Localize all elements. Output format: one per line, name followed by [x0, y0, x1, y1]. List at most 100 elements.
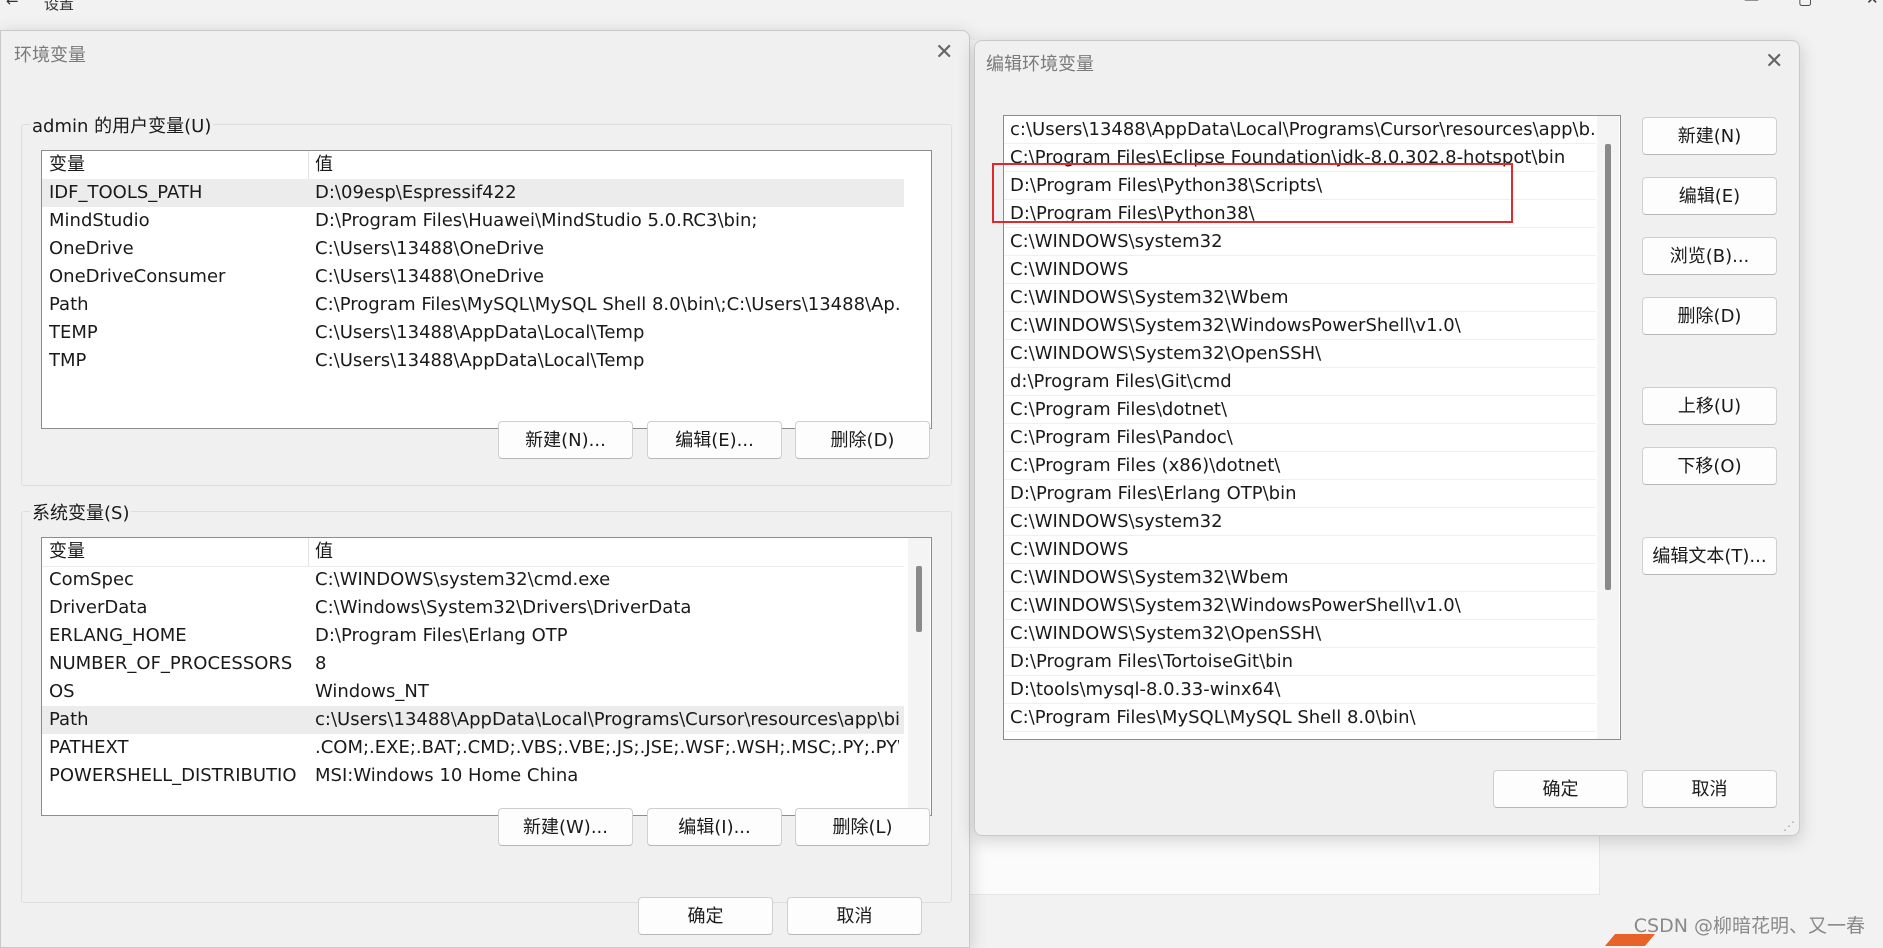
- variable-name: IDF_TOOLS_PATH: [49, 182, 203, 203]
- user-new-button[interactable]: 新建(N)...: [498, 421, 633, 459]
- list-item[interactable]: C:\WINDOWS\System32\Wbem: [1004, 564, 1596, 592]
- list-header: 变量 值: [42, 151, 904, 180]
- list-item[interactable]: C:\WINDOWS\System32\Wbem: [1004, 284, 1596, 312]
- variable-name: DriverData: [49, 597, 148, 618]
- scrollbar-thumb[interactable]: [916, 566, 922, 632]
- variable-name: POWERSHELL_DISTRIBUTIO: [49, 765, 297, 786]
- variable-value: C:\Program Files\MySQL\MySQL Shell 8.0\b…: [315, 294, 899, 315]
- variable-name: TEMP: [49, 322, 98, 343]
- path-new-button[interactable]: 新建(N): [1642, 117, 1777, 155]
- env-vars-dialog: 环境变量 ✕ admin 的用户变量(U) 变量 值 IDF_TOOLS_PAT…: [0, 30, 970, 948]
- path-edit-button[interactable]: 编辑(E): [1642, 177, 1777, 215]
- table-row[interactable]: PATHEXT .COM;.EXE;.BAT;.CMD;.VBS;.VBE;.JS…: [42, 734, 904, 762]
- variable-name: ERLANG_HOME: [49, 625, 187, 646]
- ok-button[interactable]: 确定: [638, 897, 773, 935]
- vertical-scrollbar[interactable]: [1597, 116, 1619, 739]
- system-new-button[interactable]: 新建(W)...: [498, 808, 633, 846]
- list-item[interactable]: C:\Program Files\MySQL\MySQL Shell 8.0\b…: [1004, 704, 1596, 732]
- user-vars-list[interactable]: 变量 值 IDF_TOOLS_PATH D:\09esp\Espressif422…: [41, 150, 932, 429]
- minimize-icon[interactable]: —: [1744, 0, 1759, 8]
- table-row[interactable]: NUMBER_OF_PROCESSORS 8: [42, 650, 904, 678]
- table-row[interactable]: TEMP C:\Users\13488\AppData\Local\Temp: [42, 319, 904, 347]
- list-item[interactable]: C:\Program Files\dotnet\: [1004, 396, 1596, 424]
- variable-value: C:\Users\13488\OneDrive: [315, 238, 545, 259]
- table-row[interactable]: OneDrive C:\Users\13488\OneDrive: [42, 235, 904, 263]
- scrollbar-thumb[interactable]: [1605, 144, 1611, 590]
- variable-value: C:\Users\13488\OneDrive: [315, 266, 545, 287]
- list-item[interactable]: C:\WINDOWS: [1004, 536, 1596, 564]
- table-row[interactable]: DriverData C:\Windows\System32\Drivers\Dr…: [42, 594, 904, 622]
- list-item[interactable]: C:\WINDOWS\System32\OpenSSH\: [1004, 620, 1596, 648]
- ok-button[interactable]: 确定: [1493, 770, 1628, 808]
- vertical-scrollbar[interactable]: [908, 538, 930, 815]
- list-item[interactable]: C:\WINDOWS\System32\OpenSSH\: [1004, 340, 1596, 368]
- column-header-name[interactable]: 变量: [49, 151, 85, 179]
- list-item[interactable]: C:\WINDOWS: [1004, 256, 1596, 284]
- table-row[interactable]: OS Windows_NT: [42, 678, 904, 706]
- variable-value: D:\Program Files\Huawei\MindStudio 5.0.R…: [315, 210, 758, 231]
- list-item[interactable]: C:\WINDOWS\system32: [1004, 508, 1596, 536]
- back-arrow-icon[interactable]: ←: [6, 0, 19, 10]
- table-row[interactable]: Path C:\Program Files\MySQL\MySQL Shell 8…: [42, 291, 904, 319]
- dialog-title: 环境变量: [14, 45, 86, 66]
- table-row[interactable]: TMP C:\Users\13488\AppData\Local\Temp: [42, 347, 904, 375]
- list-item[interactable]: c:\Users\13488\AppData\Local\Programs\Cu…: [1004, 116, 1596, 144]
- list-item[interactable]: C:\Program Files\Pandoc\: [1004, 424, 1596, 452]
- move-down-button[interactable]: 下移(O): [1642, 447, 1777, 485]
- variable-name: OneDriveConsumer: [49, 266, 226, 287]
- variable-value: D:\Program Files\Erlang OTP: [315, 625, 568, 646]
- background-window-title: 设置: [44, 0, 75, 13]
- table-row[interactable]: MindStudio D:\Program Files\Huawei\MindSt…: [42, 207, 904, 235]
- cancel-button[interactable]: 取消: [787, 897, 922, 935]
- dialog-title: 编辑环境变量: [986, 54, 1094, 75]
- table-row[interactable]: Path c:\Users\13488\AppData\Local\Program…: [42, 706, 904, 734]
- list-item[interactable]: C:\WINDOWS\system32: [1004, 228, 1596, 256]
- list-item[interactable]: C:\WINDOWS\System32\WindowsPowerShell\v1…: [1004, 592, 1596, 620]
- column-header-value[interactable]: 值: [315, 151, 333, 179]
- path-browse-button[interactable]: 浏览(B)...: [1642, 237, 1777, 275]
- column-divider[interactable]: [308, 538, 309, 566]
- table-row[interactable]: ERLANG_HOME D:\Program Files\Erlang OTP: [42, 622, 904, 650]
- close-icon[interactable]: ✕: [1765, 51, 1783, 73]
- list-header: 变量 值: [42, 538, 904, 567]
- variable-name: Path: [49, 294, 89, 315]
- system-delete-button[interactable]: 删除(L): [795, 808, 930, 846]
- user-delete-button[interactable]: 删除(D): [795, 421, 930, 459]
- variable-name: OS: [49, 681, 75, 702]
- system-vars-list[interactable]: 变量 值 ComSpec C:\WINDOWS\system32\cmd.exe D…: [41, 537, 932, 816]
- list-item[interactable]: D:\tools\mysql-8.0.33-winx64\: [1004, 676, 1596, 704]
- variable-name: OneDrive: [49, 238, 134, 259]
- variable-value: C:\Windows\System32\Drivers\DriverData: [315, 597, 692, 618]
- user-vars-label: admin 的用户变量(U): [30, 112, 214, 138]
- list-item[interactable]: C:\WINDOWS\System32\WindowsPowerShell\v1…: [1004, 312, 1596, 340]
- cancel-button[interactable]: 取消: [1642, 770, 1777, 808]
- table-row[interactable]: IDF_TOOLS_PATH D:\09esp\Espressif422: [42, 179, 904, 207]
- path-delete-button[interactable]: 删除(D): [1642, 297, 1777, 335]
- list-item[interactable]: D:\Program Files\Erlang OTP\bin: [1004, 480, 1596, 508]
- resize-grip-icon[interactable]: ⋰: [1783, 819, 1795, 833]
- column-divider[interactable]: [308, 151, 309, 179]
- list-item[interactable]: D:\Program Files\TortoiseGit\bin: [1004, 648, 1596, 676]
- list-item[interactable]: d:\Program Files\Git\cmd: [1004, 368, 1596, 396]
- variable-value: C:\Users\13488\AppData\Local\Temp: [315, 350, 645, 371]
- system-vars-label: 系统变量(S): [30, 499, 132, 525]
- variable-value: MSI:Windows 10 Home China: [315, 765, 579, 786]
- window-close-icon[interactable]: ✕: [1866, 0, 1879, 8]
- background-titlebar: [0, 0, 1883, 14]
- table-row[interactable]: ComSpec C:\WINDOWS\system32\cmd.exe: [42, 566, 904, 594]
- variable-value: 8: [315, 653, 327, 674]
- variable-value: D:\09esp\Espressif422: [315, 182, 517, 203]
- user-edit-button[interactable]: 编辑(E)...: [647, 421, 782, 459]
- watermark: CSDN @柳暗花明、又一春: [1633, 915, 1865, 937]
- close-icon[interactable]: ✕: [935, 42, 953, 64]
- column-header-value[interactable]: 值: [315, 538, 333, 566]
- system-edit-button[interactable]: 编辑(I)...: [647, 808, 782, 846]
- list-item[interactable]: C:\Program Files (x86)\dotnet\: [1004, 452, 1596, 480]
- table-row[interactable]: OneDriveConsumer C:\Users\13488\OneDrive: [42, 263, 904, 291]
- move-up-button[interactable]: 上移(U): [1642, 387, 1777, 425]
- variable-value: C:\Users\13488\AppData\Local\Temp: [315, 322, 645, 343]
- edit-text-button[interactable]: 编辑文本(T)...: [1642, 537, 1777, 575]
- column-header-name[interactable]: 变量: [49, 538, 85, 566]
- table-row[interactable]: POWERSHELL_DISTRIBUTIO MSI:Windows 10 Hom…: [42, 762, 904, 790]
- restore-icon[interactable]: ▢: [1798, 0, 1812, 8]
